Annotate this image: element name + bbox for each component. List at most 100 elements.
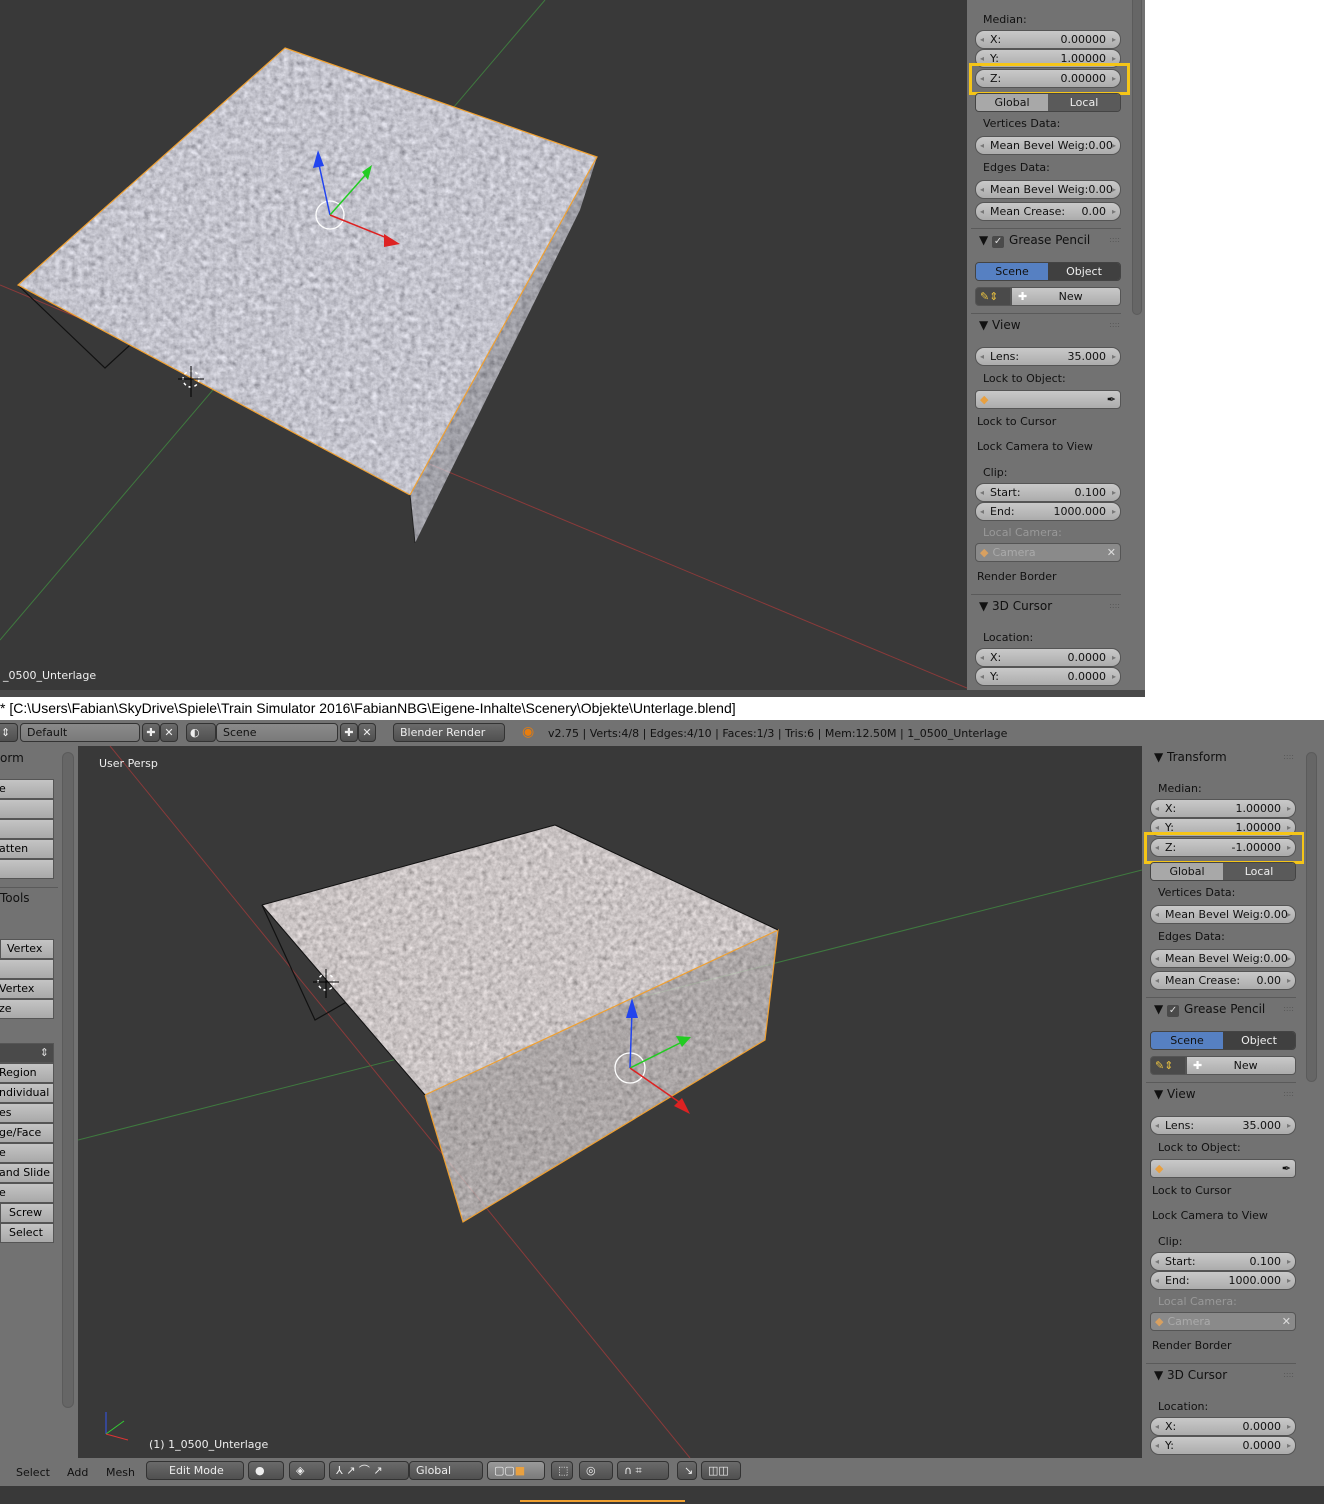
tool-dropdown[interactable]: ⇕ [0, 1043, 54, 1063]
option-object[interactable]: Object [1223, 1032, 1295, 1049]
panel-header-grease-pencil[interactable]: ▼ ✓ Grease Pencil [979, 233, 1090, 248]
tool-button[interactable]: ndividual [0, 1083, 54, 1103]
new-button[interactable]: ✚ New [1186, 1056, 1296, 1075]
scene-icon[interactable]: ◐ [186, 723, 216, 742]
tool-button[interactable]: Region [0, 1063, 54, 1083]
tool-header-tools[interactable]: Tools [0, 891, 30, 905]
add-layout-icon[interactable]: ✚ [142, 723, 160, 742]
number-field[interactable]: Y: 0.0000 [1150, 1436, 1296, 1455]
snap-icon[interactable]: ∩ ⌗ [617, 1461, 669, 1480]
scrollbar[interactable] [1132, 0, 1142, 315]
tool-header-transform[interactable]: orm [0, 751, 24, 765]
snap-target-icon[interactable]: ↘ [677, 1461, 697, 1480]
number-field[interactable]: X: 0.0000 [975, 648, 1121, 667]
tool-button[interactable]: atten [0, 839, 54, 859]
tool-button[interactable]: Screw [0, 1203, 54, 1223]
lock-object-field[interactable]: ◆ ✒ [975, 390, 1121, 409]
option-object[interactable]: Object [1048, 263, 1120, 280]
number-field[interactable]: X: 0.0000 [1150, 1417, 1296, 1436]
pivot-point-icon[interactable]: ◈ [289, 1461, 325, 1480]
local-camera-field[interactable]: ◆ Camera ✕ [1150, 1312, 1296, 1331]
number-field[interactable]: Mean Bevel Weig:0.00 [1150, 905, 1296, 924]
tool-button[interactable]: es [0, 1103, 54, 1123]
clear-icon[interactable]: ✕ [1107, 546, 1116, 559]
option-scene[interactable]: Scene [976, 263, 1048, 280]
close-layout-icon[interactable]: ✕ [160, 723, 178, 742]
drag-handle-icon[interactable]: :::: [1109, 235, 1120, 244]
editor-type-icon[interactable]: ⇕ [0, 723, 18, 742]
tool-button[interactable]: e [0, 779, 54, 799]
option-local[interactable]: Local [1223, 863, 1295, 880]
top-3d-viewport[interactable]: _0500_Unterlage [0, 0, 967, 690]
manipulator-toggle-icon[interactable]: ⅄ ↗ ⌒ ↗ [329, 1461, 409, 1480]
menu-add[interactable]: Add [67, 1466, 88, 1479]
drag-handle-icon[interactable]: :::: [1283, 752, 1294, 761]
checkbox-icon[interactable]: ✓ [992, 236, 1005, 248]
number-field[interactable]: Start: 0.100 [975, 483, 1121, 502]
number-field[interactable]: Lens: 35.000 [1150, 1116, 1296, 1135]
pencil-icon[interactable]: ✎⇕ [1150, 1056, 1186, 1075]
panel-header-grease-pencil[interactable]: ▼ ✓ Grease Pencil [1154, 1002, 1265, 1017]
checkbox-render-border[interactable]: Render Border [977, 570, 1057, 583]
number-field[interactable]: Mean Bevel Weig:0.00 [975, 180, 1121, 199]
tool-button[interactable] [0, 799, 54, 819]
panel-header-3d-cursor[interactable]: ▼ 3D Cursor [979, 599, 1052, 613]
tool-button[interactable]: Vertex [0, 939, 54, 959]
render-icons[interactable]: ◫◫ [701, 1461, 741, 1480]
option-global[interactable]: Global [1151, 863, 1223, 880]
number-field[interactable]: Start: 0.100 [1150, 1252, 1296, 1271]
viewport-shading-icon[interactable]: ● [248, 1461, 284, 1480]
tool-button[interactable]: ge/Face [0, 1123, 54, 1143]
drag-handle-icon[interactable]: :::: [1109, 601, 1120, 610]
panel-header-view[interactable]: ▼ View [979, 318, 1021, 332]
bottom-3d-viewport[interactable]: User Persp (1) 1_0500_Unterlage [78, 746, 1142, 1458]
checkbox-lock-camera-to-view[interactable]: Lock Camera to View [1152, 1209, 1268, 1222]
scrollbar[interactable] [1306, 752, 1317, 1082]
tool-button[interactable] [0, 959, 54, 979]
number-field[interactable]: Mean Bevel Weig:0.00 [1150, 949, 1296, 968]
tool-button[interactable]: e [0, 1183, 54, 1203]
scrollbar[interactable] [62, 752, 74, 1408]
layout-select[interactable]: Default [20, 723, 140, 742]
checkbox-icon[interactable]: ✓ [1167, 1005, 1180, 1017]
tool-button[interactable]: e [0, 1143, 54, 1163]
number-field[interactable]: End: 1000.000 [1150, 1271, 1296, 1290]
number-field[interactable]: Y: 0.0000 [975, 667, 1121, 686]
tool-button[interactable] [0, 819, 54, 839]
checkbox-render-border[interactable]: Render Border [1152, 1339, 1232, 1352]
number-field[interactable]: Mean Crease: 0.00 [975, 202, 1121, 221]
menu-select[interactable]: Select [16, 1466, 50, 1479]
render-engine-select[interactable]: Blender Render [393, 723, 505, 742]
panel-header-transform[interactable]: ▼ Transform [1154, 750, 1227, 764]
eyedropper-icon[interactable]: ✒ [1282, 1162, 1291, 1175]
scene-select[interactable]: Scene [216, 723, 338, 742]
panel-header-view[interactable]: ▼ View [1154, 1087, 1196, 1101]
drag-handle-icon[interactable]: :::: [1283, 1004, 1294, 1013]
tool-button[interactable]: Select [0, 1223, 54, 1243]
close-scene-icon[interactable]: ✕ [358, 723, 376, 742]
eyedropper-icon[interactable]: ✒ [1107, 393, 1116, 406]
menu-mesh[interactable]: Mesh [106, 1466, 135, 1479]
number-field[interactable]: X: 0.00000 [975, 30, 1121, 49]
checkbox-lock-to-cursor[interactable]: Lock to Cursor [977, 415, 1056, 428]
tool-button[interactable]: and Slide [0, 1163, 54, 1183]
drag-handle-icon[interactable]: :::: [1283, 1370, 1294, 1379]
panel-header-3d-cursor[interactable]: ▼ 3D Cursor [1154, 1368, 1227, 1382]
tool-button[interactable] [0, 859, 54, 879]
local-camera-field[interactable]: ◆ Camera ✕ [975, 543, 1121, 562]
option-global[interactable]: Global [976, 94, 1048, 111]
new-button[interactable]: ✚ New [1011, 287, 1121, 306]
limit-selection-icon[interactable]: ⬚ [551, 1461, 573, 1480]
number-field[interactable]: Mean Bevel Weig:0.00 [975, 136, 1121, 155]
number-field[interactable]: Lens: 35.000 [975, 347, 1121, 366]
tool-button[interactable]: ze [0, 999, 54, 1019]
mode-select[interactable]: Edit Mode [146, 1461, 244, 1480]
drag-handle-icon[interactable]: :::: [1109, 320, 1120, 329]
proportional-edit-icon[interactable]: ◎ [579, 1461, 613, 1480]
checkbox-lock-to-cursor[interactable]: Lock to Cursor [1152, 1184, 1231, 1197]
checkbox-lock-camera-to-view[interactable]: Lock Camera to View [977, 440, 1093, 453]
pencil-icon[interactable]: ✎⇕ [975, 287, 1011, 306]
number-field[interactable]: X: 1.00000 [1150, 799, 1296, 818]
number-field[interactable]: Mean Crease: 0.00 [1150, 971, 1296, 990]
option-scene[interactable]: Scene [1151, 1032, 1223, 1049]
